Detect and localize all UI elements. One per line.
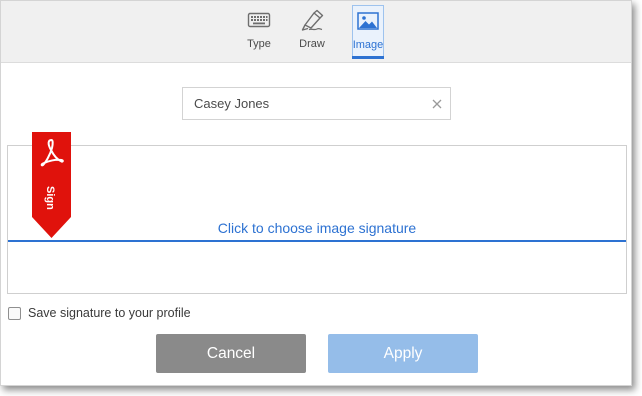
signature-baseline bbox=[8, 240, 626, 242]
name-field bbox=[182, 87, 451, 120]
tab-draw-label: Draw bbox=[299, 38, 325, 50]
tab-type[interactable]: Type bbox=[242, 5, 276, 59]
save-to-profile-checkbox[interactable] bbox=[8, 307, 21, 320]
save-to-profile-label[interactable]: Save signature to your profile bbox=[28, 306, 191, 320]
signature-mode-tabs: Type Draw Image bbox=[1, 1, 631, 63]
signature-dialog: Type Draw Image Click to choos bbox=[0, 0, 632, 386]
image-icon bbox=[357, 12, 379, 30]
close-icon[interactable] bbox=[430, 97, 444, 111]
keyboard-icon bbox=[247, 12, 271, 28]
choose-image-link[interactable]: Click to choose image signature bbox=[8, 220, 626, 236]
pen-icon bbox=[301, 9, 324, 31]
tab-type-label: Type bbox=[247, 38, 271, 50]
cancel-button[interactable]: Cancel bbox=[156, 334, 306, 373]
name-input[interactable] bbox=[194, 88, 424, 119]
sign-flag-label: Sign bbox=[44, 186, 56, 210]
tab-image[interactable]: Image bbox=[352, 5, 384, 59]
tab-draw[interactable]: Draw bbox=[295, 5, 329, 59]
signature-drop-area[interactable]: Click to choose image signature bbox=[7, 145, 627, 294]
sign-flag: Sign bbox=[32, 132, 71, 238]
tab-image-label: Image bbox=[352, 39, 384, 51]
apply-button[interactable]: Apply bbox=[328, 334, 478, 373]
